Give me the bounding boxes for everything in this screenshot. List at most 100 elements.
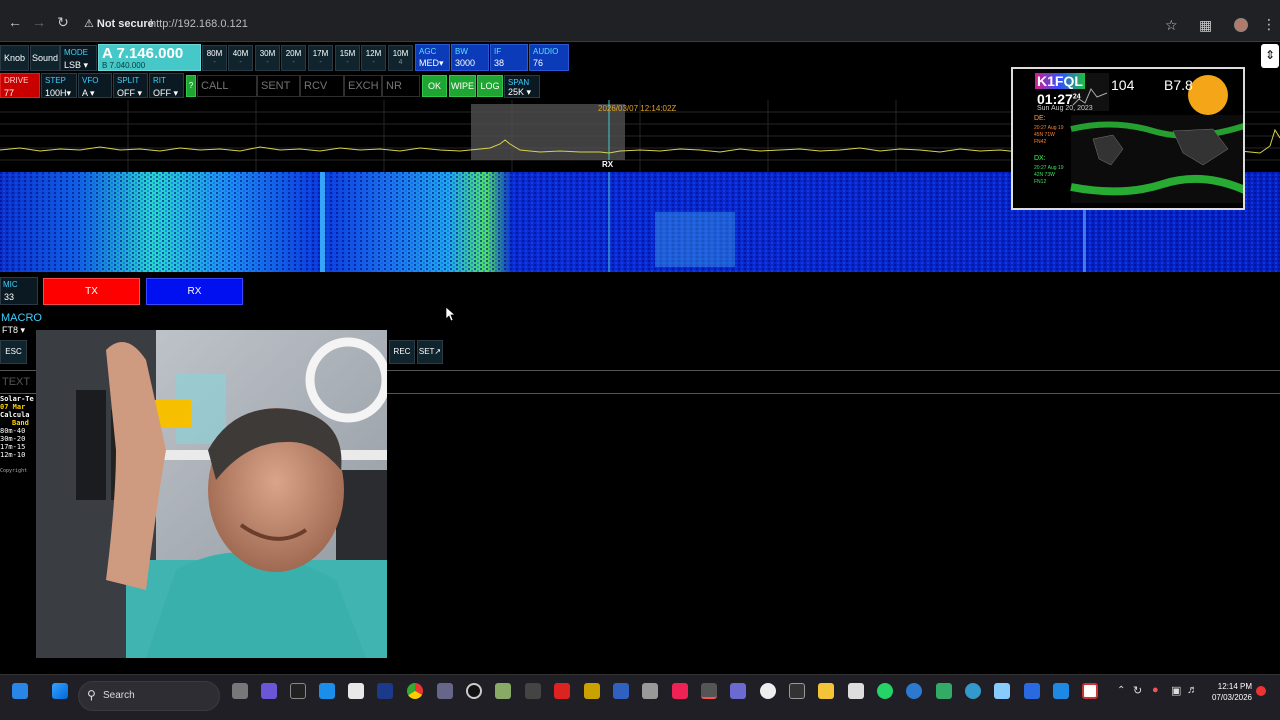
sdr-icon[interactable] [789, 683, 805, 699]
help-button[interactable]: ? [186, 75, 196, 97]
file-explorer-icon[interactable] [818, 683, 834, 699]
macro-title: MACRO [1, 312, 42, 324]
sync-icon[interactable]: ↻ [1133, 684, 1142, 697]
app-icon[interactable] [848, 683, 864, 699]
chrome-icon[interactable] [407, 683, 423, 699]
url-text[interactable]: http://192.168.0.121 [150, 18, 248, 30]
tx-button[interactable]: TX [43, 278, 140, 305]
band-80m-button[interactable]: 80M - [202, 45, 227, 71]
bw-control[interactable]: BW 3000 [451, 44, 489, 71]
task-view-icon[interactable] [232, 683, 248, 699]
span-value[interactable]: 25K ▾ [508, 87, 531, 98]
rit-selector[interactable]: RIT OFF ▾ [149, 73, 184, 98]
step-value[interactable]: 100H▾ [45, 88, 71, 99]
store-icon[interactable] [348, 683, 364, 699]
rec-button[interactable]: REC [389, 340, 415, 364]
widgets-icon[interactable] [12, 683, 28, 699]
app-icon[interactable] [1082, 683, 1098, 699]
app-icon[interactable] [672, 683, 688, 699]
app-icon[interactable] [290, 683, 306, 699]
split-value[interactable]: OFF ▾ [117, 88, 142, 99]
wipe-button[interactable]: WIPE [449, 75, 476, 97]
webcam-overlay [36, 330, 387, 658]
app-icon[interactable] [377, 683, 393, 699]
dx-dx-details: 20:27 Aug 19 42N 73W FN12 [1034, 165, 1064, 185]
extensions-icon[interactable]: ▦ [1199, 17, 1212, 34]
call-input[interactable] [197, 75, 257, 97]
app-icon[interactable] [1053, 683, 1069, 699]
app-icon[interactable] [613, 683, 629, 699]
notification-badge[interactable] [1256, 686, 1266, 696]
tray-chevron-icon[interactable]: ⌃ [1117, 685, 1125, 696]
sent-input[interactable] [257, 75, 300, 97]
band-17m-button[interactable]: 17M - [308, 45, 333, 71]
if-control[interactable]: IF 38 [490, 44, 528, 71]
drive-control[interactable]: DRIVE 77 [0, 73, 40, 98]
edge-icon[interactable] [319, 683, 335, 699]
app-icon[interactable] [936, 683, 952, 699]
mic-control[interactable]: MIC 33 [0, 277, 38, 305]
forward-icon[interactable]: → [31, 14, 47, 30]
start-windows-icon[interactable] [52, 683, 68, 699]
knob-button[interactable]: Knob [0, 45, 29, 71]
rcv-input[interactable] [300, 75, 344, 97]
app-icon[interactable] [584, 683, 600, 699]
app-icon[interactable] [495, 683, 511, 699]
sound-button[interactable]: Sound [30, 45, 60, 71]
address-bar[interactable]: ⚠ Not secure http://192.168.0.121 [78, 15, 1158, 37]
app-icon[interactable] [554, 683, 570, 699]
nr-input[interactable] [382, 75, 420, 97]
band-40m-button[interactable]: 40M - [228, 45, 253, 71]
band-15m-button[interactable]: 15M - [335, 45, 360, 71]
macro-select[interactable]: FT8 ▾ [2, 325, 25, 336]
audio-control[interactable]: AUDIO 76 [529, 44, 569, 71]
span-selector[interactable]: SPAN 25K ▾ [504, 75, 540, 98]
vfo-selector[interactable]: VFO A ▾ [78, 73, 112, 98]
rx-button[interactable]: RX [146, 278, 243, 305]
rit-value[interactable]: OFF ▾ [153, 88, 178, 99]
mode-value[interactable]: LSB ▾ [64, 60, 88, 71]
app-icon[interactable] [525, 683, 541, 699]
app-icon[interactable] [466, 683, 482, 699]
ok-button[interactable]: OK [422, 75, 447, 97]
mic-tray-icon[interactable]: ● [1152, 684, 1159, 696]
step-selector[interactable]: STEP 100H▾ [41, 73, 77, 98]
vfo-frequency-display[interactable]: A 7.146.000 B 7.040.000 [98, 44, 201, 71]
chatgpt-icon[interactable] [760, 683, 776, 699]
band-30m-button[interactable]: 30M - [255, 45, 280, 71]
app-icon[interactable] [437, 683, 453, 699]
app-icon[interactable] [730, 683, 746, 699]
log-button[interactable]: LOG [477, 75, 503, 97]
set-button[interactable]: SET↗ [417, 340, 443, 364]
agc-value[interactable]: MED▾ [419, 58, 444, 69]
teams-icon[interactable] [261, 683, 277, 699]
network-icon[interactable]: ▣ [1171, 684, 1181, 697]
split-selector[interactable]: SPLIT OFF ▾ [113, 73, 148, 98]
app-icon[interactable] [642, 683, 658, 699]
app-icon[interactable] [906, 683, 922, 699]
band-10m-button[interactable]: 10M 4 [388, 45, 413, 71]
esc-button[interactable]: ESC [0, 340, 27, 364]
bookmark-star-icon[interactable]: ☆ [1165, 17, 1178, 34]
vfo-value[interactable]: A ▾ [82, 88, 95, 99]
band-20m-button[interactable]: 20M - [281, 45, 306, 71]
globe-icon[interactable] [965, 683, 981, 699]
exch-input[interactable] [344, 75, 382, 97]
whatsapp-icon[interactable] [877, 683, 893, 699]
agc-selector[interactable]: AGC MED▾ [415, 44, 450, 71]
taskbar-search[interactable]: ⚲ Search [78, 681, 220, 711]
resize-handle[interactable]: ⇕ [1261, 44, 1279, 68]
security-badge[interactable]: ⚠ Not secure [84, 17, 154, 30]
back-icon[interactable]: ← [7, 14, 23, 30]
app-icon[interactable] [1024, 683, 1040, 699]
volume-icon[interactable]: ♬ [1187, 684, 1198, 696]
mode-selector[interactable]: MODE LSB ▾ [60, 45, 97, 71]
reload-icon[interactable]: ↻ [55, 14, 71, 30]
band-12m-button[interactable]: 12M - [361, 45, 386, 71]
active-app-icon[interactable] [701, 683, 717, 699]
profile-avatar[interactable] [1234, 18, 1248, 32]
dx-dx-label: DX: [1034, 155, 1046, 162]
taskbar-clock[interactable]: 12:14 PM 07/03/2026 [1206, 681, 1252, 703]
menu-kebab-icon[interactable]: ⋮ [1262, 16, 1276, 33]
app-icon[interactable] [994, 683, 1010, 699]
